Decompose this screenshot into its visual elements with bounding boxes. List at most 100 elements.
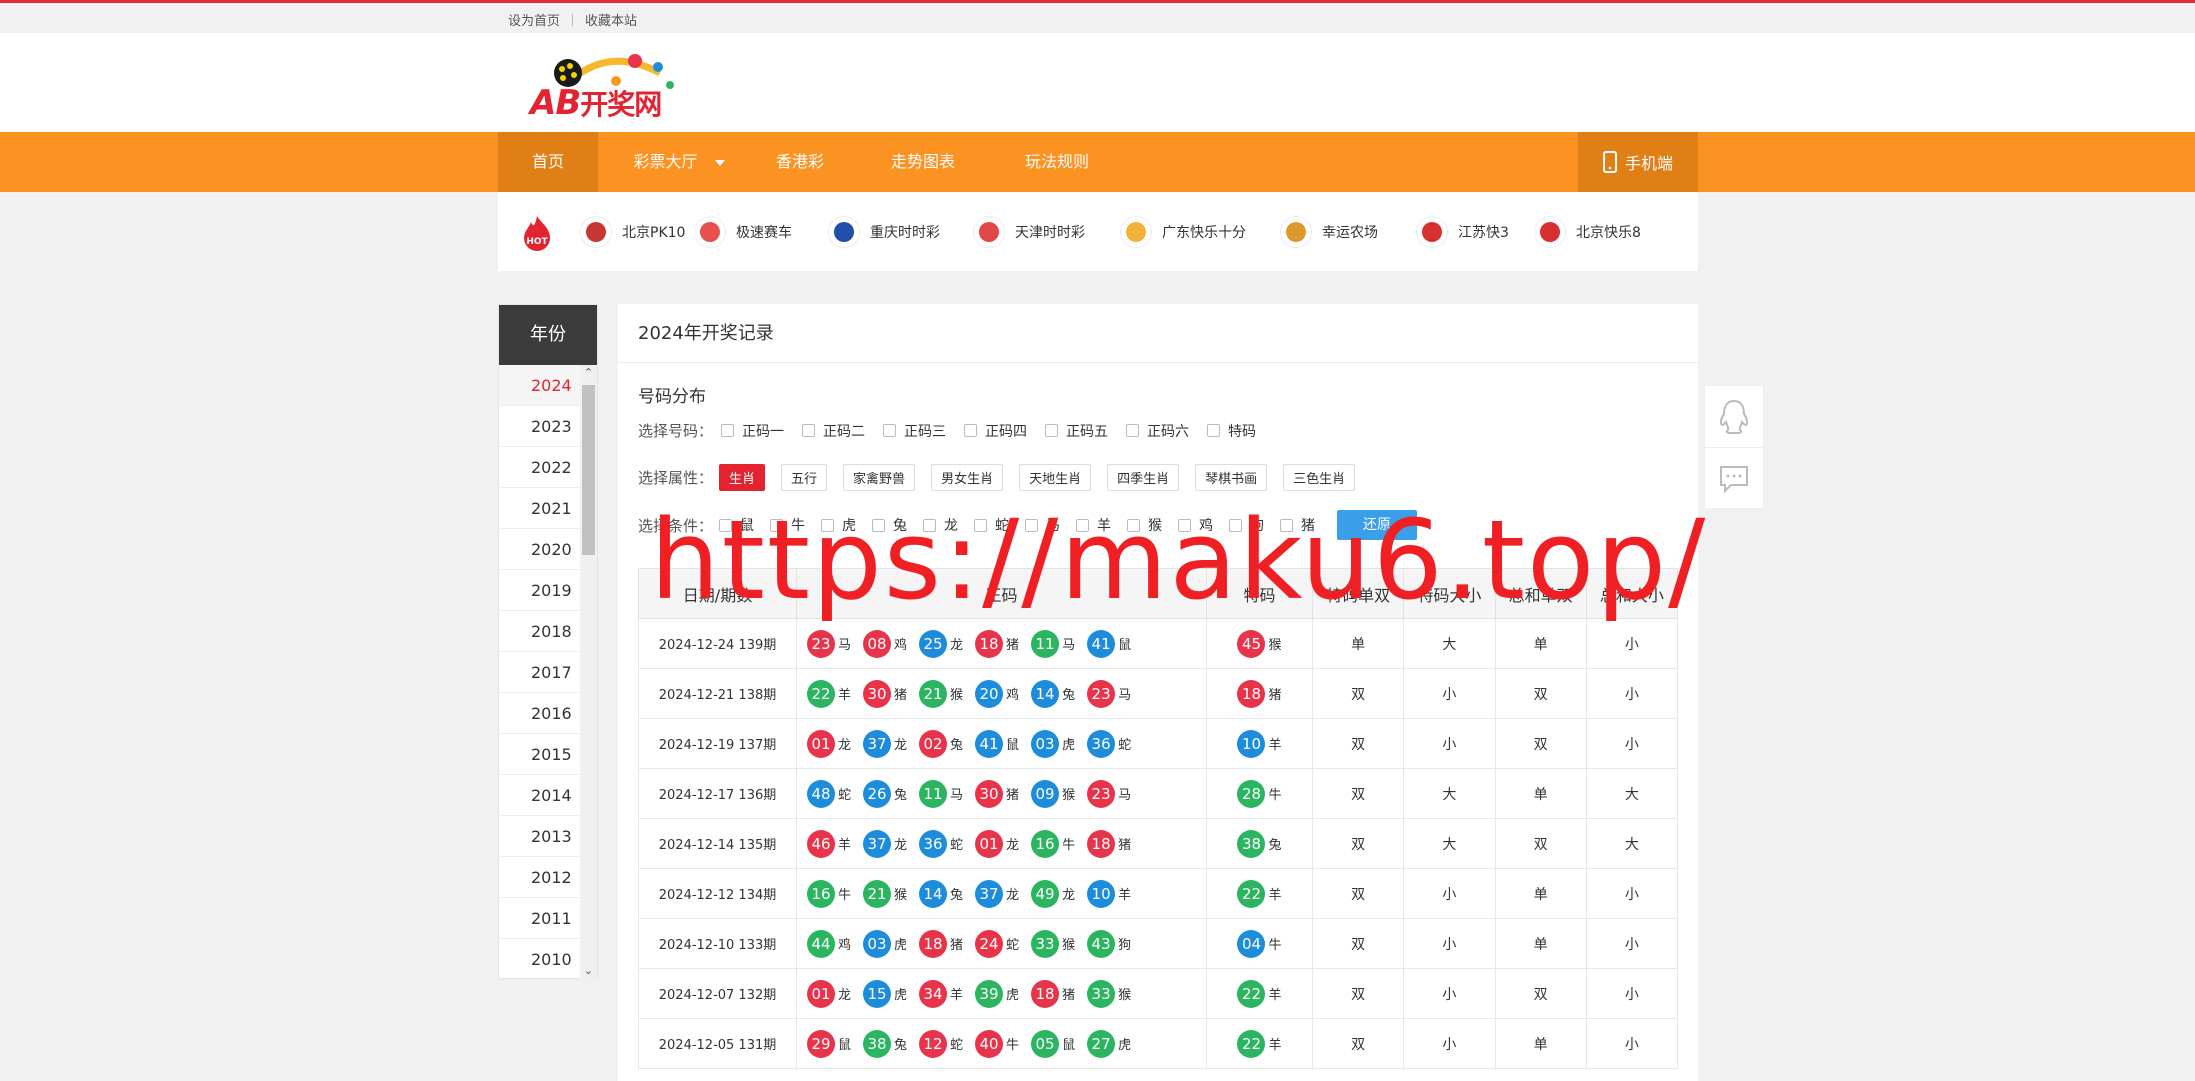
checkbox-icon[interactable] bbox=[923, 518, 937, 532]
checkbox-icon[interactable] bbox=[872, 518, 886, 532]
checkbox-icon[interactable] bbox=[974, 518, 988, 532]
site-logo[interactable]: AB开奖网 bbox=[530, 47, 680, 123]
hot-game-item[interactable]: 江苏快3 bbox=[1416, 216, 1509, 248]
checkbox-icon[interactable] bbox=[964, 424, 978, 437]
zodiac-checkbox[interactable]: 鼠 bbox=[719, 515, 754, 535]
number-checkbox[interactable]: 正码六 bbox=[1126, 421, 1189, 441]
attr-tag[interactable]: 琴棋书画 bbox=[1195, 464, 1268, 491]
checkbox-icon[interactable] bbox=[1025, 518, 1039, 532]
number-ball: 16 牛 bbox=[807, 879, 851, 908]
attr-tag[interactable]: 五行 bbox=[781, 464, 828, 491]
zodiac-checkbox[interactable]: 虎 bbox=[821, 515, 856, 535]
checkbox-icon[interactable] bbox=[719, 518, 733, 532]
checkbox-icon[interactable] bbox=[770, 518, 784, 532]
draw-date: 2024-12-24 139期 bbox=[638, 618, 797, 669]
game-logo-icon bbox=[1280, 216, 1312, 248]
attr-tag[interactable]: 男女生肖 bbox=[931, 464, 1004, 491]
sidebar-year-item[interactable]: 2022 bbox=[499, 447, 581, 488]
zodiac-checkbox[interactable]: 羊 bbox=[1076, 515, 1111, 535]
attr-tag[interactable]: 家禽野兽 bbox=[843, 464, 916, 491]
zodiac-checkbox[interactable]: 蛇 bbox=[974, 515, 1009, 535]
nav-trend-charts[interactable]: 走势图表 bbox=[878, 132, 968, 192]
scroll-down-icon[interactable]: ⌄ bbox=[580, 963, 597, 979]
number-checkbox[interactable]: 正码二 bbox=[802, 421, 865, 441]
year-sidebar-title: 年份 bbox=[499, 305, 597, 365]
checkbox-label: 鸡 bbox=[1199, 518, 1214, 534]
message-button[interactable] bbox=[1705, 448, 1763, 510]
sidebar-year-item[interactable]: 2023 bbox=[499, 406, 581, 447]
attr-tag[interactable]: 生肖 bbox=[719, 464, 766, 491]
reset-button[interactable]: 还原 bbox=[1337, 510, 1418, 540]
checkbox-icon[interactable] bbox=[1280, 518, 1294, 532]
attr-tag[interactable]: 三色生肖 bbox=[1283, 464, 1356, 491]
sidebar-year-item[interactable]: 2018 bbox=[499, 611, 581, 652]
number-ball: 36 蛇 bbox=[1087, 729, 1131, 758]
draw-date: 2024-12-21 138期 bbox=[638, 668, 797, 719]
draw-date: 2024-12-10 133期 bbox=[638, 918, 797, 969]
set-home-link[interactable]: 设为首页 bbox=[508, 10, 560, 29]
zodiac-checkbox[interactable]: 猪 bbox=[1280, 515, 1315, 535]
mobile-button[interactable]: 手机端 bbox=[1578, 132, 1698, 192]
number-checkbox[interactable]: 正码一 bbox=[721, 421, 784, 441]
sidebar-year-item[interactable]: 2024 bbox=[499, 365, 581, 406]
sum-oddeven: 单 bbox=[1494, 1018, 1587, 1069]
special-number: 22 羊 bbox=[1206, 1018, 1313, 1069]
zodiac-checkbox[interactable]: 马 bbox=[1025, 515, 1060, 535]
number-checkbox[interactable]: 正码四 bbox=[964, 421, 1027, 441]
checkbox-icon[interactable] bbox=[883, 424, 897, 437]
zodiac-checkbox[interactable]: 龙 bbox=[923, 515, 958, 535]
checkbox-icon[interactable] bbox=[1127, 518, 1141, 532]
number-checkbox[interactable]: 正码三 bbox=[883, 421, 946, 441]
sum-oddeven: 单 bbox=[1494, 868, 1587, 919]
special-oddeven: 双 bbox=[1311, 818, 1405, 869]
checkbox-icon[interactable] bbox=[1178, 518, 1192, 532]
nav-lottery-hall[interactable]: 彩票大厅 bbox=[624, 132, 734, 192]
checkbox-icon[interactable] bbox=[1229, 518, 1243, 532]
bookmark-link[interactable]: 收藏本站 bbox=[585, 10, 637, 29]
zodiac-checkbox[interactable]: 猴 bbox=[1127, 515, 1162, 535]
checkbox-icon[interactable] bbox=[1045, 424, 1059, 437]
sidebar-year-item[interactable]: 2013 bbox=[499, 816, 581, 857]
checkbox-icon[interactable] bbox=[802, 424, 816, 437]
zodiac-checkbox[interactable]: 鸡 bbox=[1178, 515, 1213, 535]
sidebar-year-item[interactable]: 2015 bbox=[499, 734, 581, 775]
sidebar-year-item[interactable]: 2012 bbox=[499, 857, 581, 898]
nav-home[interactable]: 首页 bbox=[498, 132, 598, 192]
sidebar-year-item[interactable]: 2011 bbox=[499, 898, 581, 939]
hot-game-item[interactable]: 天津时时彩 bbox=[973, 216, 1085, 248]
checkbox-icon[interactable] bbox=[821, 518, 835, 532]
attr-tag[interactable]: 四季生肖 bbox=[1107, 464, 1180, 491]
sidebar-year-item[interactable]: 2019 bbox=[499, 570, 581, 611]
sidebar-year-item[interactable]: 2021 bbox=[499, 488, 581, 529]
nav-hk-lottery[interactable]: 香港彩 bbox=[760, 132, 840, 192]
number-ball: 24 蛇 bbox=[975, 929, 1019, 958]
scroll-up-icon[interactable]: ⌃ bbox=[580, 365, 597, 381]
sidebar-year-item[interactable]: 2017 bbox=[499, 652, 581, 693]
checkbox-icon[interactable] bbox=[1126, 424, 1140, 437]
checkbox-icon[interactable] bbox=[721, 424, 735, 437]
hot-game-item[interactable]: 北京快乐8 bbox=[1534, 216, 1641, 248]
sidebar-year-item[interactable]: 2016 bbox=[499, 693, 581, 734]
attr-tag[interactable]: 天地生肖 bbox=[1019, 464, 1092, 491]
hot-game-item[interactable]: 重庆时时彩 bbox=[828, 216, 940, 248]
sidebar-year-item[interactable]: 2010 bbox=[499, 939, 581, 980]
sidebar-year-item[interactable]: 2020 bbox=[499, 529, 581, 570]
checkbox-label: 羊 bbox=[1097, 518, 1112, 534]
zodiac-checkbox[interactable]: 兔 bbox=[872, 515, 907, 535]
zodiac-checkbox[interactable]: 狗 bbox=[1229, 515, 1264, 535]
nav-rules[interactable]: 玩法规则 bbox=[1012, 132, 1102, 192]
hot-game-item[interactable]: 极速赛车 bbox=[694, 216, 792, 248]
sum-oddeven: 双 bbox=[1494, 668, 1587, 719]
year-scrollbar[interactable]: ⌃ ⌄ bbox=[580, 365, 597, 979]
hot-game-item[interactable]: 北京PK10 bbox=[580, 216, 685, 248]
sidebar-year-item[interactable]: 2014 bbox=[499, 775, 581, 816]
qq-button[interactable] bbox=[1705, 386, 1763, 448]
checkbox-icon[interactable] bbox=[1207, 424, 1221, 437]
hot-game-item[interactable]: 广东快乐十分 bbox=[1120, 216, 1246, 248]
hot-game-item[interactable]: 幸运农场 bbox=[1280, 216, 1378, 248]
zodiac-checkbox[interactable]: 牛 bbox=[770, 515, 805, 535]
number-checkbox[interactable]: 特码 bbox=[1207, 421, 1256, 441]
scroll-thumb[interactable] bbox=[582, 385, 595, 555]
checkbox-icon[interactable] bbox=[1076, 518, 1090, 532]
number-checkbox[interactable]: 正码五 bbox=[1045, 421, 1108, 441]
